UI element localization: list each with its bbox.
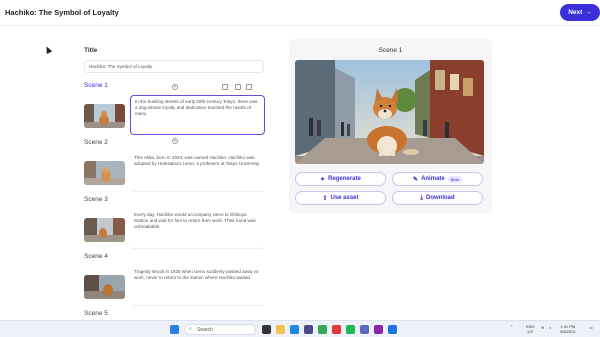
delete-icon[interactable]	[246, 84, 252, 90]
scene-text[interactable]: This Akita, born in 1923, was named Hach…	[130, 152, 265, 192]
scene-label: Scene 4	[84, 253, 108, 260]
regenerate-button[interactable]: ✦ Regenerate	[295, 172, 386, 186]
mouse-cursor-icon	[43, 45, 53, 54]
visual-studio-icon[interactable]	[374, 325, 383, 334]
title-input[interactable]: Hachiko: The Symbol of Loyalty	[84, 60, 264, 73]
animate-button[interactable]: ✎ Animate Beta	[392, 172, 483, 186]
animate-label: Animate	[421, 176, 445, 182]
preview-heading: Scene 1	[378, 47, 403, 54]
notification-icon[interactable]: ▭	[589, 325, 593, 330]
scene-label: Scene 3	[84, 196, 108, 203]
next-button[interactable]: Next →	[560, 4, 600, 21]
scene-label: Scene 5	[84, 310, 108, 317]
scene-4: Scene 4 Tragedy struck in 1925 when Ueno…	[84, 253, 265, 306]
scene-text[interactable]: Tragedy struck in 1925 when Ueno suddenl…	[130, 266, 265, 306]
scene-thumbnail[interactable]	[84, 275, 125, 299]
scene-1: Scene 1 + In the bustling streets of ear…	[84, 82, 265, 135]
edge-icon[interactable]	[290, 325, 299, 334]
chrome-icon[interactable]	[318, 325, 327, 334]
file-explorer-icon[interactable]	[276, 325, 285, 334]
clock-date: 9/8/2024	[560, 329, 576, 334]
next-label: Next	[568, 9, 583, 16]
scene-preview-image	[295, 60, 484, 164]
scene-thumbnail[interactable]	[84, 161, 125, 185]
download-icon: ⤓	[420, 194, 423, 201]
wifi-icon[interactable]: ≋	[541, 325, 544, 330]
search-icon: ⌕	[189, 326, 192, 332]
add-scene-icon[interactable]: +	[172, 138, 178, 144]
grid-icon[interactable]	[222, 84, 228, 90]
download-label: Download	[425, 195, 455, 201]
scene-3: Scene 3 Every day, Hachiko would accompa…	[84, 196, 265, 249]
clock[interactable]: 1:41 PM 9/8/2024	[560, 324, 576, 334]
spotify-icon[interactable]	[346, 325, 355, 334]
windows-start-icon[interactable]	[170, 325, 179, 334]
magic-wand-icon: ✎	[413, 176, 419, 183]
project-title: Hachiko: The Symbol of Loyalty	[5, 8, 119, 17]
tray-chevron-icon[interactable]: ⌃	[510, 324, 513, 329]
scene-thumbnail[interactable]	[84, 104, 125, 128]
beta-badge: Beta	[447, 175, 462, 183]
title-label: Title	[84, 47, 98, 54]
store-icon[interactable]	[304, 325, 313, 334]
taskbar: ⌕ Search ⌃ ENG US ≋ ◖ 1:41 PM 9/8/2024 ▭	[0, 320, 600, 337]
vscode-icon[interactable]	[388, 325, 397, 334]
scene-text[interactable]: Every day, Hachiko would accompany Ueno …	[130, 209, 265, 249]
copy-icon[interactable]	[235, 84, 241, 90]
teams-icon[interactable]	[360, 325, 369, 334]
scene-text[interactable]: In the bustling streets of early 20th-ce…	[130, 95, 265, 135]
language-indicator[interactable]: ENG US	[526, 324, 535, 334]
use-asset-button[interactable]: ⇪ Use asset	[295, 191, 386, 205]
magic-wand-icon: ✦	[320, 176, 326, 183]
regenerate-label: Regenerate	[328, 176, 361, 182]
app-icon[interactable]	[332, 325, 341, 334]
arrow-right-icon: →	[585, 9, 592, 16]
top-bar: Hachiko: The Symbol of Loyalty Next →	[0, 0, 600, 26]
scene-thumbnail[interactable]	[84, 218, 125, 242]
scene-preview-panel: Scene 1 ✦ Regenerate ✎ Animate Beta ⇪ Us…	[289, 39, 492, 214]
search-placeholder: Search	[197, 327, 213, 333]
lang-line2: US	[527, 329, 534, 334]
add-scene-icon[interactable]: +	[172, 84, 178, 90]
task-view-icon[interactable]	[262, 325, 271, 334]
scene-5: Scene 5	[84, 310, 265, 320]
use-asset-label: Use asset	[330, 195, 359, 201]
upload-icon: ⇪	[322, 195, 328, 202]
download-button[interactable]: ⤓ Download	[392, 191, 483, 205]
scene-2: Scene 2 + This Akita, born in 1923, was …	[84, 138, 265, 192]
taskbar-search[interactable]: ⌕ Search	[184, 324, 256, 335]
volume-icon[interactable]: ◖	[549, 325, 551, 330]
